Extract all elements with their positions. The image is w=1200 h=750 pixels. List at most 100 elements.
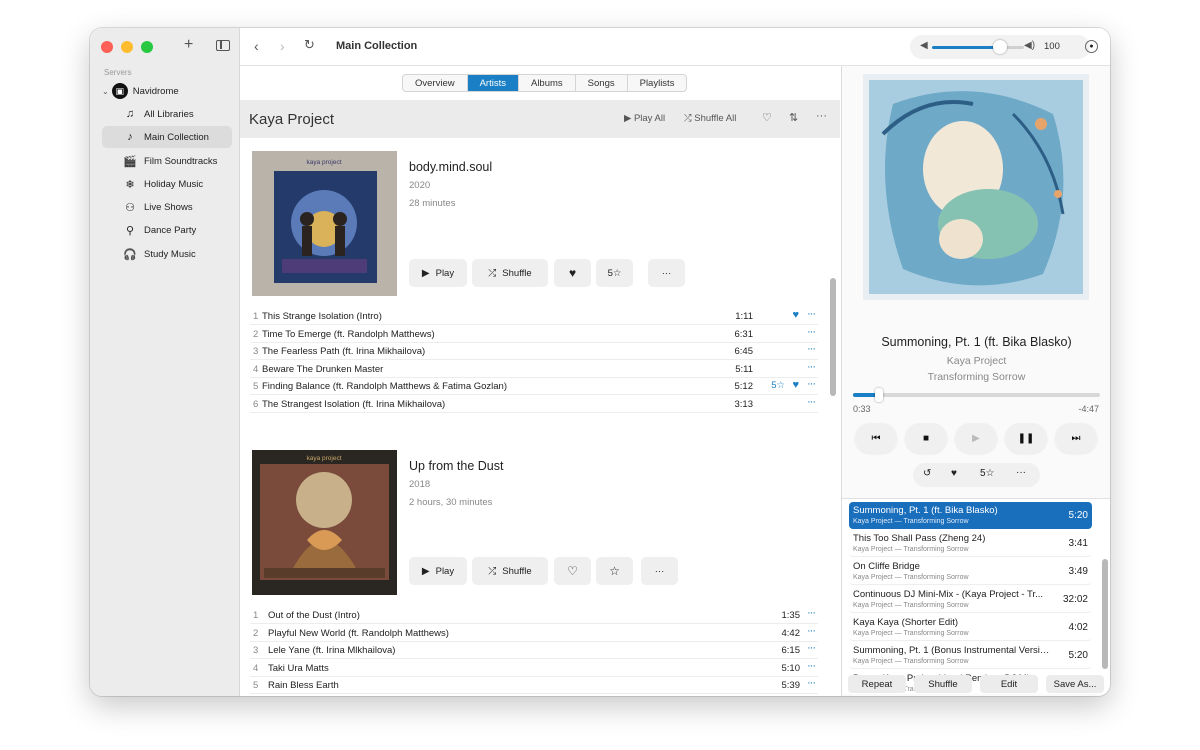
track-number: 5 bbox=[253, 680, 259, 691]
add-server-plus-icon[interactable]: + bbox=[184, 36, 193, 54]
playback-progress-bar[interactable] bbox=[853, 388, 1100, 402]
album-shuffle-button[interactable]: ⤮ Shuffle bbox=[472, 557, 548, 585]
album-play-button[interactable]: ▶ Play bbox=[409, 557, 467, 585]
repeat-one-icon[interactable]: ↺ bbox=[923, 468, 931, 479]
track-more-options-icon[interactable]: ··· bbox=[807, 660, 816, 672]
sidebar-item-film-soundtracks[interactable]: 🎬 Film Soundtracks bbox=[102, 150, 232, 172]
track-row[interactable]: 1 Out of the Dust (Intro) 1:35 ··· bbox=[250, 607, 818, 624]
track-row[interactable]: 4 Beware The Drunken Master 5:11 ··· bbox=[250, 361, 818, 378]
queue-repeat-button[interactable]: Repeat bbox=[848, 675, 906, 693]
queue-item[interactable]: Kaya Kaya (Shorter Edit) Kaya Project — T… bbox=[849, 614, 1092, 641]
album-more-options-icon[interactable]: ··· bbox=[641, 557, 678, 585]
previous-track-icon[interactable]: ⏮ bbox=[855, 423, 897, 453]
minimize-window-button[interactable] bbox=[121, 41, 133, 53]
album-rating-button[interactable]: 5☆ bbox=[596, 259, 633, 287]
track-more-options-icon[interactable]: ··· bbox=[807, 343, 816, 355]
track-more-options-icon[interactable]: ··· bbox=[807, 625, 816, 637]
track-more-options-icon[interactable]: ··· bbox=[807, 378, 816, 390]
zoom-window-button[interactable] bbox=[141, 41, 153, 53]
album-cover-up-from-the-dust[interactable]: kaya project bbox=[252, 450, 397, 595]
rating-value[interactable]: 5☆ bbox=[980, 468, 995, 479]
track-row[interactable]: 4 Taki Ura Matts 5:10 ··· bbox=[250, 660, 818, 677]
shuffle-all-button[interactable]: ⤮ Shuffle All bbox=[684, 113, 736, 124]
album-favorite-heart-icon[interactable]: ♥ bbox=[554, 259, 591, 287]
stop-icon[interactable]: ■ bbox=[905, 423, 947, 453]
queue-save-as-button[interactable]: Save As... bbox=[1046, 675, 1104, 693]
track-row[interactable]: 6 The Strangest Isolation (ft. Irina Mikh… bbox=[250, 396, 818, 413]
album-rating-star-icon[interactable]: ☆ bbox=[596, 557, 633, 585]
track-more-options-icon[interactable]: ··· bbox=[807, 326, 816, 338]
next-track-icon[interactable]: ⏭ bbox=[1055, 423, 1097, 453]
track-duration: 5:11 bbox=[735, 363, 753, 375]
album-favorite-heart-icon[interactable]: ♡ bbox=[554, 557, 591, 585]
back-chevron-icon[interactable]: ‹ bbox=[254, 38, 259, 54]
track-row[interactable]: 3 Lele Yane (ft. Irina Mlkhailova) 6:15 ··· bbox=[250, 642, 818, 659]
queue-item[interactable]: Continuous DJ Mini-Mix - (Kaya Project -… bbox=[849, 586, 1092, 613]
track-more-options-icon[interactable]: ··· bbox=[807, 677, 816, 689]
favorite-heart-icon[interactable]: ♥ bbox=[951, 468, 957, 479]
tab-playlists[interactable]: Playlists bbox=[628, 75, 687, 91]
track-more-options-icon[interactable]: ··· bbox=[807, 361, 816, 373]
sidebar-item-live-shows[interactable]: ⚇ Live Shows bbox=[102, 196, 232, 218]
album-shuffle-button[interactable]: ⤮ Shuffle bbox=[472, 259, 548, 287]
queue-item-duration: 5:20 bbox=[1068, 510, 1088, 521]
play-all-button[interactable]: ▶ Play All bbox=[624, 113, 665, 124]
track-rating[interactable]: 5☆ bbox=[771, 380, 785, 391]
queue-shuffle-button[interactable]: Shuffle bbox=[914, 675, 972, 693]
refresh-icon[interactable]: ↻ bbox=[304, 37, 315, 53]
now-playing-album[interactable]: Transforming Sorrow bbox=[842, 371, 1110, 383]
album-more-options-icon[interactable]: ··· bbox=[648, 259, 685, 287]
track-more-options-icon[interactable]: ··· bbox=[807, 308, 816, 320]
track-row[interactable]: 3 The Fearless Path (ft. Irina Mikhailova… bbox=[250, 343, 818, 360]
track-row[interactable]: 2 Playful New World (ft. Randolph Matthew… bbox=[250, 625, 818, 642]
queue-scrollbar[interactable] bbox=[1102, 559, 1108, 669]
play-icon[interactable]: ▶ bbox=[955, 423, 997, 453]
close-window-button[interactable] bbox=[101, 41, 113, 53]
account-icon[interactable]: ● bbox=[1085, 40, 1098, 53]
now-playing-artist[interactable]: Kaya Project bbox=[842, 355, 1110, 367]
sidebar-item-dance-party[interactable]: ⚲ Dance Party bbox=[102, 219, 232, 241]
track-row[interactable]: 1 This Strange Isolation (Intro) 1:11 ♥ ··· bbox=[250, 308, 818, 325]
queue-item[interactable]: Summoning, Pt. 1 (Bonus Instrumental Ver… bbox=[849, 642, 1092, 669]
server-name: Navidrome bbox=[132, 85, 179, 97]
tab-albums[interactable]: Albums bbox=[519, 75, 576, 91]
speaker-low-icon: ◀ bbox=[920, 40, 928, 51]
track-row[interactable]: 5 Rain Bless Earth 5:39 ··· bbox=[250, 677, 818, 694]
track-row[interactable]: 5 Finding Balance (ft. Randolph Matthews … bbox=[250, 378, 818, 395]
volume-slider-knob[interactable] bbox=[993, 40, 1008, 54]
chevron-down-icon[interactable]: ⌄ bbox=[102, 87, 109, 96]
album-play-button[interactable]: ▶ Play bbox=[409, 259, 467, 287]
queue-item[interactable]: On Cliffe Bridge Kaya Project — Transform… bbox=[849, 558, 1092, 585]
queue-edit-button[interactable]: Edit bbox=[980, 675, 1038, 693]
track-more-options-icon[interactable]: ··· bbox=[807, 642, 816, 654]
forward-chevron-icon[interactable]: › bbox=[280, 38, 285, 54]
sidebar-item-holiday-music[interactable]: ❄ Holiday Music bbox=[102, 173, 232, 195]
more-options-icon[interactable]: ··· bbox=[1016, 467, 1026, 478]
queue-item[interactable]: Summoning, Pt. 1 (ft. Bika Blasko) Kaya P… bbox=[849, 502, 1092, 529]
sidebar-item-study-music[interactable]: 🎧 Study Music bbox=[102, 243, 232, 265]
queue-item[interactable]: This Too Shall Pass (Zheng 24) Kaya Proje… bbox=[849, 530, 1092, 557]
track-row[interactable]: 2 Time To Emerge (ft. Randolph Matthews) 6… bbox=[250, 326, 818, 343]
favorite-heart-icon[interactable]: ♥ bbox=[792, 309, 799, 321]
sidebar-item-all-libraries[interactable]: ♫ All Libraries bbox=[102, 103, 232, 125]
shuffle-label: Shuffle bbox=[502, 565, 532, 577]
artist-name: Kaya Project bbox=[249, 111, 335, 128]
album-cover-body-mind-soul[interactable]: kaya project bbox=[252, 151, 397, 296]
sidebar-item-main-collection[interactable]: ♪ Main Collection bbox=[102, 126, 232, 148]
queue-item-title: Summoning, Pt. 1 (ft. Bika Blasko) bbox=[853, 505, 998, 516]
track-more-options-icon[interactable]: ··· bbox=[807, 396, 816, 408]
pause-icon[interactable]: ❚❚ bbox=[1005, 423, 1047, 453]
tab-songs[interactable]: Songs bbox=[576, 75, 628, 91]
favorite-heart-icon[interactable]: ♡ bbox=[762, 111, 772, 124]
toggle-sidebar-icon[interactable] bbox=[216, 40, 230, 51]
tab-artists[interactable]: Artists bbox=[467, 75, 519, 91]
sort-icon[interactable]: ⇅ bbox=[789, 111, 798, 124]
tab-overview[interactable]: Overview bbox=[403, 75, 468, 91]
more-options-icon[interactable]: ··· bbox=[816, 110, 827, 122]
favorite-heart-icon[interactable]: ♥ bbox=[792, 379, 799, 391]
dancer-icon: ⚲ bbox=[125, 224, 135, 237]
server-navidrome[interactable]: ⌄ ▣ Navidrome bbox=[102, 83, 179, 99]
main-scrollbar[interactable] bbox=[830, 278, 836, 396]
playback-progress-knob[interactable] bbox=[874, 388, 883, 402]
track-more-options-icon[interactable]: ··· bbox=[807, 607, 816, 619]
